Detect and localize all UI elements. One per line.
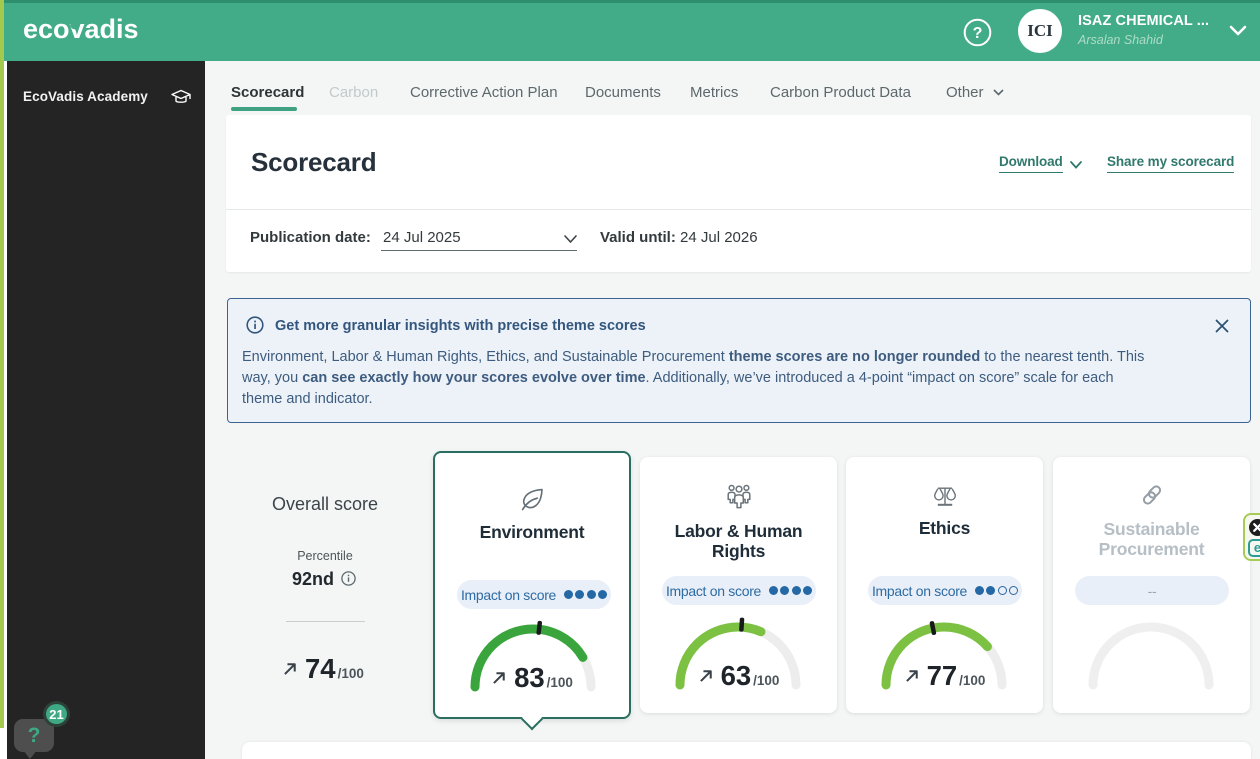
- svg-text:?: ?: [973, 25, 983, 42]
